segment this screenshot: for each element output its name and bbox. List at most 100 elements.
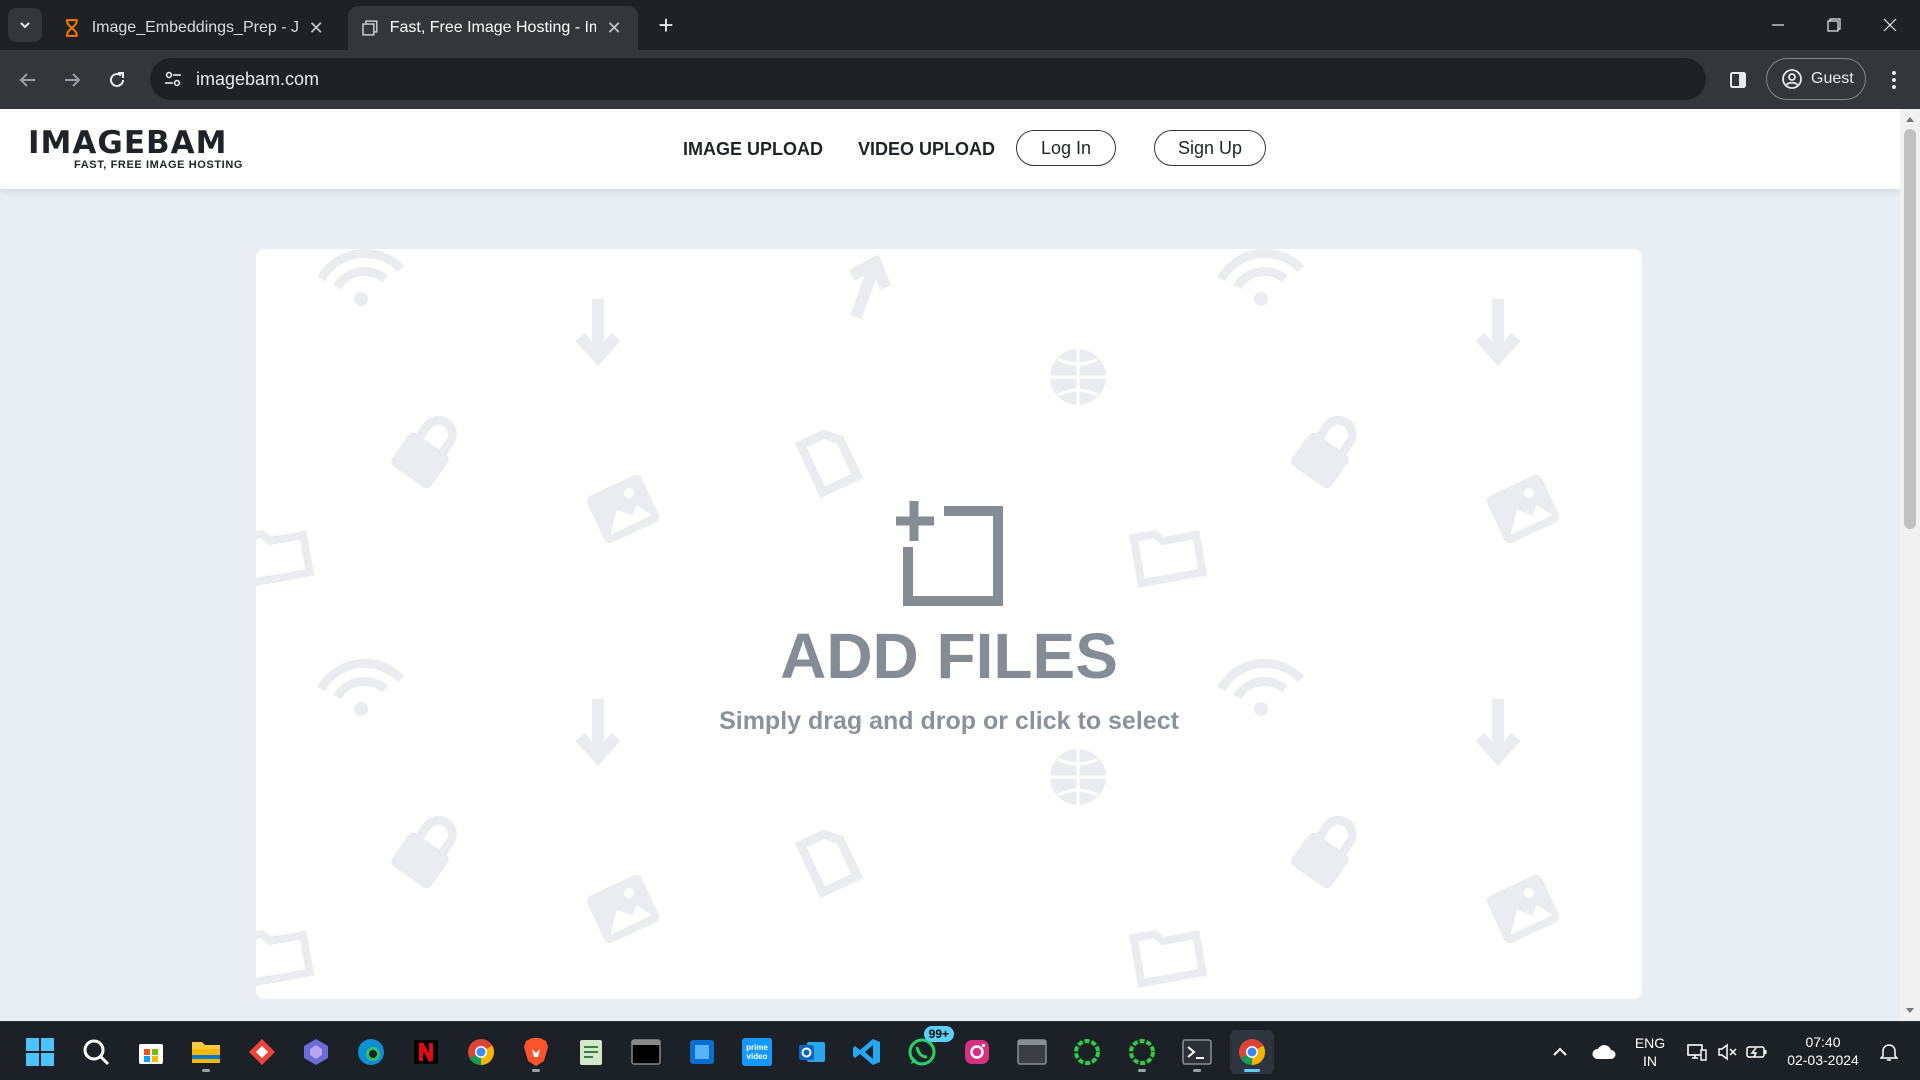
browser-tab-bar: Image_Embeddings_Prep - Jupyter ✕ Fast, … [0, 0, 1920, 50]
login-button[interactable]: Log In [1016, 130, 1116, 166]
close-icon[interactable]: ✕ [306, 18, 326, 39]
add-file-icon [896, 501, 1003, 606]
running-indicator [532, 1069, 540, 1072]
globe-icon [1048, 747, 1108, 807]
profile-button[interactable]: Guest [1766, 58, 1866, 100]
side-panel-button[interactable] [1722, 64, 1754, 96]
battery-button[interactable] [1740, 1030, 1774, 1074]
lock-icon [1289, 809, 1366, 891]
reload-button[interactable] [99, 62, 135, 98]
close-window-button[interactable] [1862, 0, 1918, 50]
taskbar-file-explorer[interactable] [184, 1030, 228, 1074]
taskbar-search-button[interactable] [74, 1030, 118, 1074]
arrow-down-icon [580, 299, 616, 357]
running-indicator [1193, 1069, 1201, 1072]
taskbar-powershell[interactable] [1175, 1030, 1219, 1074]
site-info-button[interactable] [158, 64, 188, 94]
document-icon [801, 829, 857, 892]
taskbar-terminal[interactable] [624, 1030, 668, 1074]
notepad-icon [580, 1040, 602, 1065]
image-icon [584, 472, 662, 546]
start-button[interactable] [18, 1030, 62, 1074]
tab-jupyter[interactable]: Image_Embeddings_Prep - Jupyter ✕ [50, 6, 340, 50]
taskbar-anydesk[interactable] [240, 1030, 284, 1074]
signup-button[interactable]: Sign Up [1154, 130, 1266, 166]
close-icon [1883, 18, 1897, 32]
taskbar-loader-app[interactable] [1065, 1030, 1109, 1074]
image-icon [584, 872, 662, 946]
tab-imagebam[interactable]: Fast, Free Image Hosting - ImageBam ✕ [348, 6, 638, 50]
taskbar-store[interactable] [129, 1030, 173, 1074]
address-bar[interactable]: imagebam.com [150, 58, 1706, 100]
chrome-icon [468, 1039, 495, 1066]
notifications-button[interactable] [1872, 1030, 1906, 1074]
page-scrollbar[interactable] [1900, 109, 1920, 1021]
notification-badge: 99+ [923, 1026, 954, 1042]
network-icon [1687, 1044, 1707, 1061]
taskbar-loader-app-2[interactable] [1120, 1030, 1164, 1074]
image-upload-link[interactable]: IMAGE UPLOAD [683, 139, 823, 160]
taskbar-widgets[interactable] [680, 1030, 724, 1074]
taskbar-chrome[interactable] [459, 1030, 503, 1074]
lock-icon [1289, 409, 1366, 491]
kebab-menu-icon [1892, 71, 1896, 89]
volume-muted-icon [1718, 1043, 1737, 1061]
imagebam-logo[interactable]: IMAGEBAM FAST, FREE IMAGE HOSTING [28, 125, 243, 172]
taskbar-edge[interactable] [349, 1030, 393, 1074]
minimize-button[interactable] [1750, 0, 1806, 50]
language-indicator[interactable]: ENG IN [1628, 1034, 1672, 1070]
browser-menu-button[interactable] [1880, 64, 1908, 96]
tray-overflow-button[interactable] [1540, 1030, 1580, 1074]
back-button[interactable] [10, 62, 46, 98]
clock[interactable]: 07:40 02-03-2024 [1778, 1033, 1868, 1069]
svg-text:video: video [747, 1052, 768, 1061]
wifi-icon [321, 253, 401, 306]
close-icon[interactable]: ✕ [604, 18, 624, 39]
logo-text: IMAGEBAM [28, 125, 228, 161]
new-tab-button[interactable]: + [650, 8, 682, 42]
tab-title: Fast, Free Image Hosting - ImageBam [389, 19, 597, 36]
taskbar-vscode[interactable] [845, 1030, 889, 1074]
scroll-thumb[interactable] [1904, 129, 1916, 529]
page-viewport: IMAGEBAM FAST, FREE IMAGE HOSTING IMAGE … [0, 109, 1920, 1021]
edge-icon [358, 1039, 384, 1065]
network-button[interactable] [1680, 1030, 1714, 1074]
taskbar-window-app[interactable] [1010, 1030, 1054, 1074]
wifi-icon [1221, 253, 1301, 306]
browser-toolbar: imagebam.com Guest [0, 50, 1920, 109]
prime-video-icon: primevideo [742, 1038, 772, 1066]
taskbar-netflix[interactable] [404, 1030, 448, 1074]
taskbar-notepad[interactable] [569, 1030, 613, 1074]
window-icon [1017, 1039, 1047, 1065]
volume-button[interactable] [1710, 1030, 1744, 1074]
taskbar-copilot[interactable] [294, 1030, 338, 1074]
scroll-up-arrow-icon[interactable] [1900, 111, 1920, 127]
folder-icon [192, 1042, 220, 1063]
forward-button[interactable] [54, 62, 90, 98]
pages-icon [362, 20, 378, 36]
image-icon [1484, 872, 1562, 946]
taskbar-instagram[interactable] [955, 1030, 999, 1074]
taskbar-outlook[interactable] [790, 1030, 834, 1074]
tab-search-button[interactable] [8, 8, 42, 42]
cloud-icon [1592, 1045, 1616, 1059]
taskbar-prime-video[interactable]: prime video [735, 1030, 779, 1074]
brave-icon [524, 1038, 548, 1066]
url-text[interactable]: imagebam.com [196, 69, 319, 90]
video-upload-link[interactable]: VIDEO UPLOAD [858, 139, 995, 160]
account-circle-icon [1782, 69, 1802, 89]
region-code: IN [1643, 1053, 1657, 1069]
restore-icon [1827, 18, 1841, 32]
hourglass-icon [65, 19, 78, 37]
upload-dropzone[interactable]: ADD FILES Simply drag and drop or click … [256, 249, 1642, 999]
taskbar-chrome-active[interactable] [1230, 1030, 1274, 1074]
onedrive-button[interactable] [1584, 1030, 1624, 1074]
chrome-icon [1239, 1039, 1266, 1066]
restore-button[interactable] [1806, 0, 1862, 50]
add-files-subtitle: Simply drag and drop or click to select [719, 707, 1179, 735]
taskbar-brave[interactable] [514, 1030, 558, 1074]
taskbar-whatsapp[interactable]: 99+ [900, 1026, 954, 1074]
scroll-down-arrow-icon[interactable] [1900, 1003, 1920, 1019]
copilot-icon [304, 1039, 328, 1065]
running-indicator [1138, 1069, 1146, 1072]
